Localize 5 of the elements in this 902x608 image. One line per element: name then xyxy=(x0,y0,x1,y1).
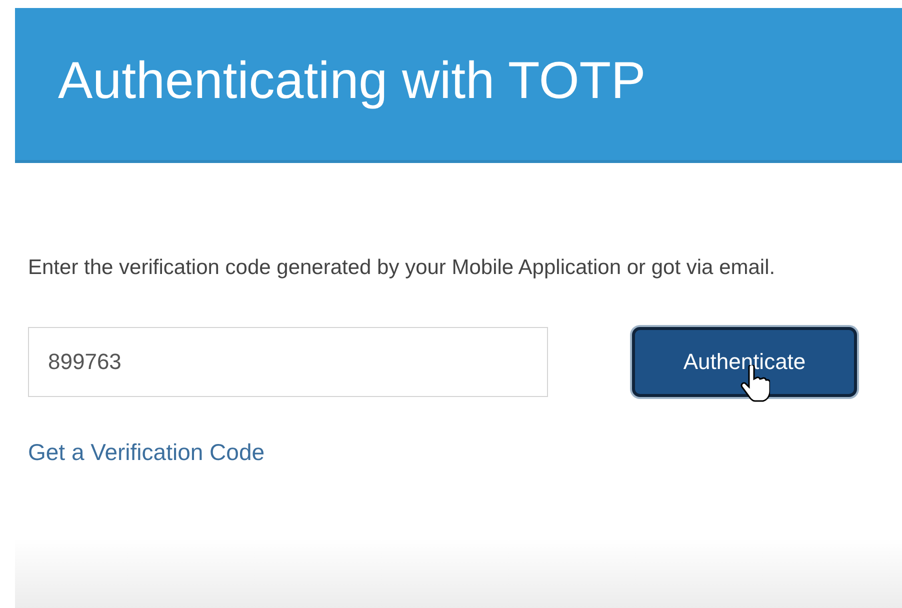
verification-code-link[interactable]: Get a Verification Code xyxy=(28,439,265,466)
authenticate-button[interactable]: Authenticate xyxy=(632,327,857,397)
page-title: Authenticating with TOTP xyxy=(58,51,646,111)
code-field[interactable]: 899763 xyxy=(28,327,548,397)
instruction-text: Enter the verification code generated by your Mobile Application or got via email. xyxy=(28,255,776,281)
